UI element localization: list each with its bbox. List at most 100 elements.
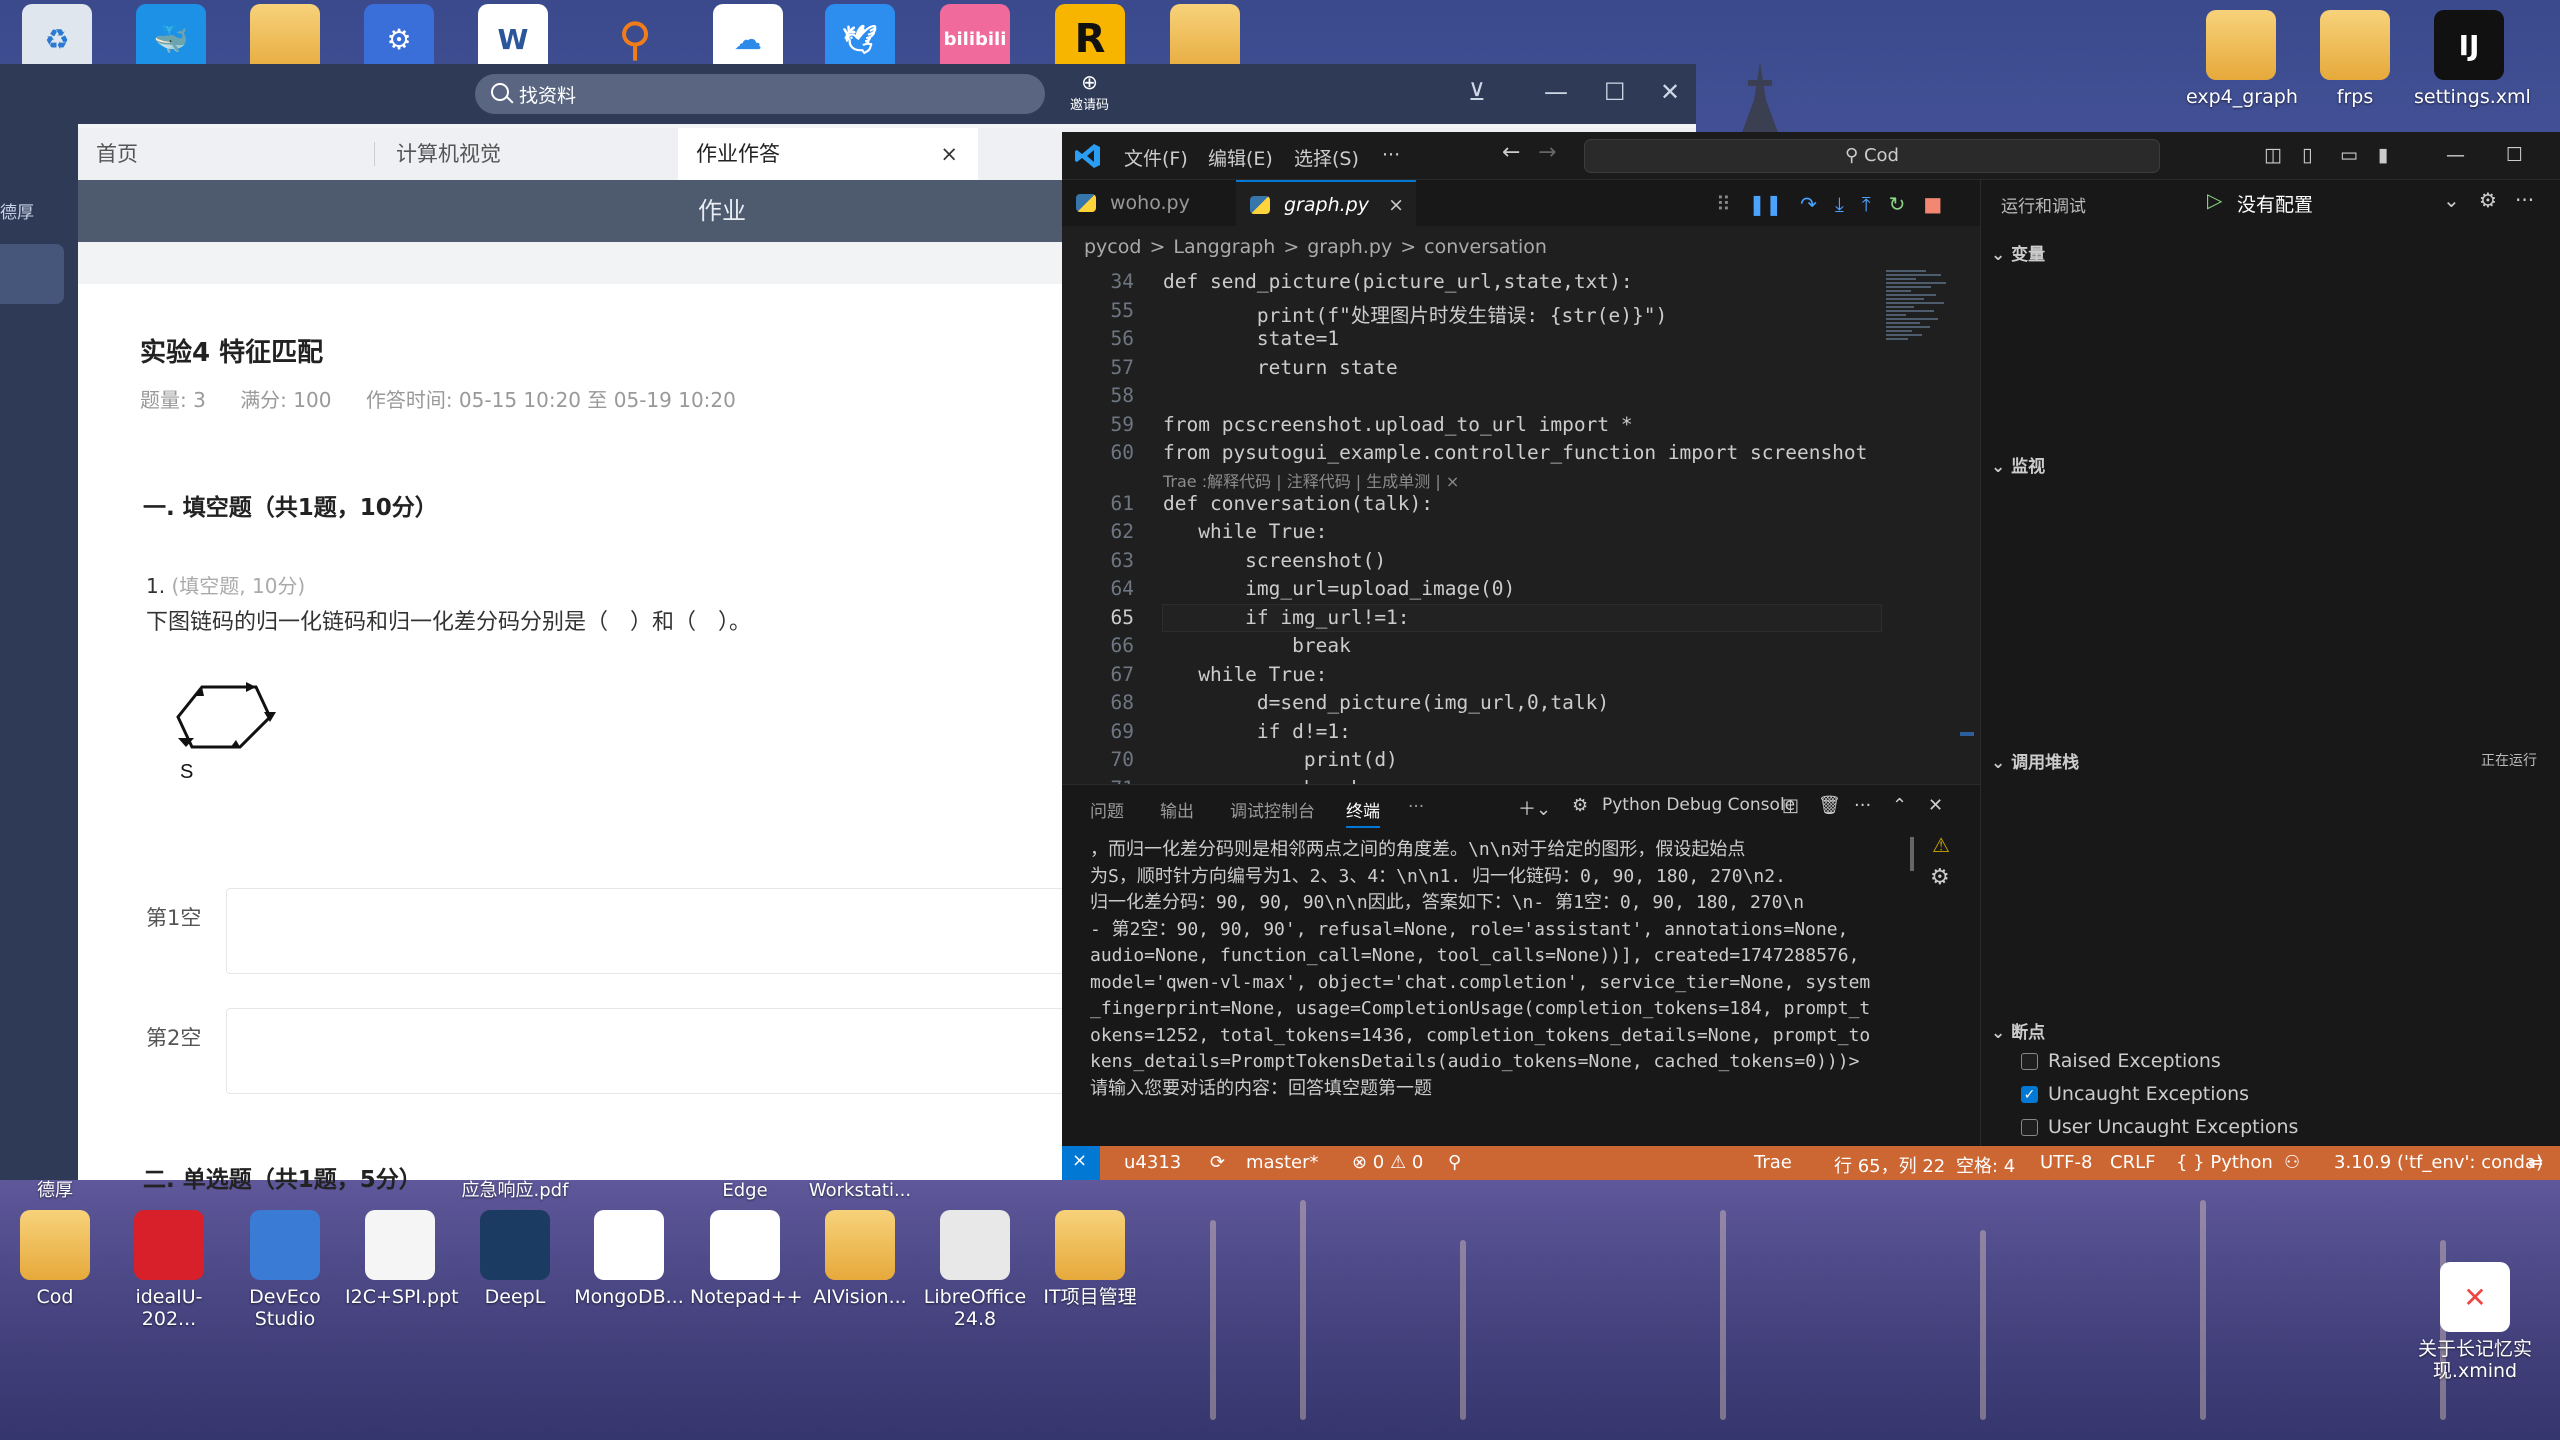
status-indentation[interactable]: 空格: 4 — [1956, 1152, 2015, 1178]
code-line[interactable]: screenshot() — [1163, 549, 1386, 572]
menu-selection[interactable]: 选择(S) — [1294, 144, 1359, 171]
minimize-button[interactable]: — — [2446, 144, 2465, 166]
chevron-down-icon[interactable]: ⌄ — [2443, 188, 2460, 212]
menu-file[interactable]: 文件(F) — [1124, 144, 1188, 171]
code-line[interactable]: state=1 — [1163, 327, 1339, 350]
desktop-icon-it-folder[interactable]: IT项目管理 — [1035, 1180, 1145, 1308]
desktop-icon-aivision-folder[interactable]: Workstati... AIVision... — [805, 1180, 915, 1308]
code-line[interactable]: while True: — [1163, 663, 1327, 686]
breakpoint-user-uncaught-exceptions[interactable]: User Uncaught Exceptions — [2021, 1116, 2298, 1138]
code-line[interactable]: img_url=upload_image(0) — [1163, 577, 1515, 600]
checkbox[interactable] — [2021, 1052, 2038, 1070]
panel-tab-more[interactable]: ··· — [1408, 797, 1424, 817]
maximize-button[interactable]: ☐ — [1604, 78, 1626, 106]
start-debug-icon[interactable]: ▷ — [2207, 188, 2222, 212]
breadcrumb-item[interactable]: conversation — [1424, 236, 1547, 258]
code-line[interactable]: if d!=1: — [1163, 720, 1351, 743]
desktop-icon-notepadpp[interactable]: Edge Notepad++ — [690, 1180, 803, 1308]
tab-close-icon[interactable]: × — [940, 128, 958, 180]
gear-icon[interactable]: ⚙ — [2479, 188, 2497, 212]
terminal-scrollbar[interactable] — [1910, 837, 1914, 871]
status-encoding[interactable]: UTF-8 — [2040, 1152, 2092, 1173]
browser-search-box[interactable]: 找资料 — [475, 74, 1045, 114]
toggle-panel-icon[interactable]: ▭ — [2340, 144, 2358, 166]
step-into-icon[interactable]: ⤓ — [1835, 192, 1844, 216]
tab-homework-answer[interactable]: 作业作答 × — [678, 128, 978, 180]
desktop-icon-libreoffice[interactable]: LibreOffice 24.8 — [920, 1180, 1030, 1330]
breakpoint-raised-exceptions[interactable]: Raised Exceptions — [2021, 1050, 2221, 1072]
code-line[interactable]: while True: — [1163, 520, 1327, 543]
step-over-icon[interactable]: ↷ — [1800, 192, 1817, 216]
more-actions-icon[interactable]: ··· — [1854, 795, 1871, 816]
status-trae[interactable]: Trae — [1754, 1152, 1792, 1173]
stop-icon[interactable]: ■ — [1923, 192, 1942, 216]
breadcrumb-item[interactable]: pycod — [1084, 236, 1141, 258]
notifications-icon[interactable]: ⇌ — [2528, 1152, 2543, 1173]
toggle-sidebar-icon[interactable]: ▯ — [2302, 144, 2312, 166]
status-user[interactable]: u4313 — [1124, 1152, 1181, 1173]
tab-graph-py[interactable]: graph.py × — [1236, 180, 1416, 226]
sync-icon[interactable]: ⟳ — [1210, 1152, 1225, 1173]
terminal-name[interactable]: Python Debug Console — [1602, 795, 1795, 815]
code-line[interactable]: break — [1163, 777, 1363, 785]
code-line[interactable]: print(d) — [1163, 748, 1398, 771]
codelens-actions[interactable]: Trae :解释代码 | 注释代码 | 生成单测 | × — [1163, 468, 1459, 492]
breadcrumb-item[interactable]: graph.py — [1307, 236, 1392, 258]
code-line[interactable]: print(f"处理图片时发生错误: {str(e)}") — [1163, 299, 1667, 328]
desktop-icon-exp4-graph[interactable]: exp4_graph — [2186, 10, 2298, 108]
desktop-icon-deepl[interactable]: 应急响应.pdf DeepL — [460, 1180, 570, 1308]
close-panel-icon[interactable]: ✕ — [1928, 795, 1943, 816]
status-interpreter[interactable]: 3.10.9 ('tf_env': conda) — [2334, 1152, 2543, 1173]
desktop-icon-deveco-studio[interactable]: DevEco Studio — [230, 1180, 340, 1330]
pause-icon[interactable]: ❚❚ — [1749, 192, 1783, 216]
status-problems[interactable]: ⊗ 0 ⚠ 0 — [1352, 1152, 1423, 1173]
step-out-icon[interactable]: ⤒ — [1862, 192, 1871, 216]
restart-icon[interactable]: ↻ — [1889, 192, 1906, 216]
back-arrow-icon[interactable]: ← — [1502, 140, 1520, 165]
toggle-secondary-sidebar-icon[interactable]: ▮ — [2378, 144, 2388, 166]
trash-icon[interactable]: 🗑 — [1818, 795, 1841, 816]
close-button[interactable]: ✕ — [1660, 78, 1680, 106]
remote-indicator[interactable]: ⨯ — [1062, 1146, 1100, 1180]
code-line[interactable]: def conversation(talk): — [1163, 492, 1433, 515]
code-line[interactable]: return state — [1163, 356, 1398, 379]
terminal-output[interactable]: ，而归一化差分码则是相邻两点之间的角度差。\n\n对于给定的图形，假设起始点 为S… — [1090, 837, 1920, 1102]
status-branch[interactable]: master* — [1246, 1152, 1318, 1173]
new-terminal-icon[interactable]: ＋⌄ — [1518, 795, 1551, 821]
download-icon[interactable]: ⊻ — [1468, 78, 1486, 106]
menu-more[interactable]: ··· — [1382, 144, 1400, 166]
desktop-icon-xmind[interactable]: ✕ 关于长记忆实现.xmind — [2410, 1262, 2540, 1382]
breadcrumb-item[interactable]: Langgraph — [1173, 236, 1275, 258]
panel-tab-problems[interactable]: 问题 — [1090, 797, 1124, 822]
tab-woho-py[interactable]: woho.py — [1062, 180, 1234, 226]
breakpoint-uncaught-exceptions[interactable]: ✓ Uncaught Exceptions — [2021, 1083, 2249, 1105]
status-eol[interactable]: CRLF — [2110, 1152, 2155, 1173]
desktop-icon-ppt-file[interactable]: I2C+SPI.ppt — [345, 1180, 459, 1308]
desktop-icon-intellij-idea[interactable]: ideaIU-202... — [114, 1180, 224, 1330]
desktop-icon-cod-folder[interactable]: 德厚 Cod — [0, 1180, 110, 1308]
panel-tab-output[interactable]: 输出 — [1160, 797, 1194, 822]
minimap[interactable] — [1886, 268, 1952, 388]
tab-computer-vision[interactable]: 计算机视觉 — [378, 128, 668, 180]
status-language[interactable]: { } Python — [2176, 1152, 2273, 1173]
debug-status-icon[interactable]: ⚲ — [1448, 1152, 1461, 1173]
section-call-stack[interactable]: 调用堆栈 — [1991, 748, 2079, 773]
layout-icon[interactable]: ◫ — [2264, 144, 2282, 166]
more-actions-icon[interactable]: ··· — [2515, 188, 2534, 212]
code-line[interactable]: from pysutogui_example.controller_functi… — [1163, 441, 1867, 464]
debug-icon[interactable]: ⚙ — [1930, 865, 1950, 890]
menu-edit[interactable]: 编辑(E) — [1208, 144, 1273, 171]
code-line[interactable]: from pcscreenshot.upload_to_url import * — [1163, 413, 1633, 436]
status-cursor-position[interactable]: 行 65，列 22 — [1834, 1152, 1945, 1178]
tab-home[interactable]: 首页 — [78, 128, 368, 180]
maximize-button[interactable]: ☐ — [2506, 144, 2523, 166]
minimize-button[interactable]: — — [1544, 78, 1568, 106]
copilot-icon[interactable]: ⚇ — [2284, 1152, 2300, 1173]
panel-tab-debug-console[interactable]: 调试控制台 — [1230, 797, 1315, 822]
invite-code-button[interactable]: ⊕ 邀请码 — [1070, 70, 1109, 113]
checkbox[interactable] — [2021, 1118, 2038, 1136]
drag-handle-icon[interactable]: ⠿ — [1716, 192, 1731, 216]
debug-config-select[interactable]: 没有配置 — [2237, 190, 2313, 217]
code-editor[interactable]: 34 def send_picture(picture_url,state,txt… — [1062, 270, 1897, 784]
code-line[interactable]: break — [1163, 634, 1351, 657]
